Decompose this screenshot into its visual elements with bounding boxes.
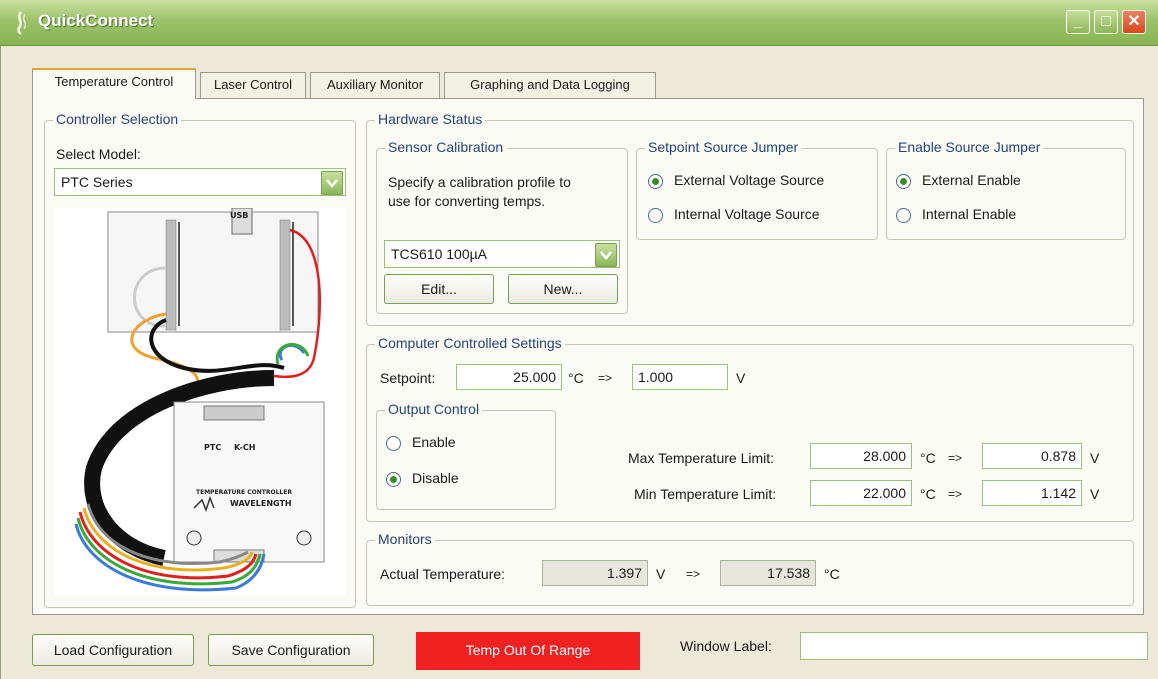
setpoint-external-radio[interactable]: [648, 174, 663, 189]
tab-temperature-control[interactable]: Temperature Control: [32, 68, 196, 99]
enable-internal-radio[interactable]: [896, 208, 911, 223]
setpoint-source-jumper-group: Setpoint Source Jumper: [636, 139, 878, 240]
new-button[interactable]: New...: [508, 274, 618, 304]
chevron-down-icon[interactable]: [595, 243, 617, 267]
calibration-profile-select[interactable]: TCS610 100µA: [384, 240, 620, 268]
ptc-label: PTC: [204, 443, 221, 452]
save-configuration-button[interactable]: Save Configuration: [208, 634, 374, 666]
tab-laser-control[interactable]: Laser Control: [200, 72, 306, 98]
calibration-profile-value: TCS610 100µA: [391, 246, 488, 262]
setpoint-input[interactable]: 25.000: [456, 364, 562, 390]
maximize-button[interactable]: □: [1094, 10, 1118, 34]
output-enable-label[interactable]: Enable: [412, 434, 456, 450]
min-temp-voltage-unit: V: [1090, 486, 1100, 502]
output-disable-radio[interactable]: [386, 472, 401, 487]
hardware-status-title: Hardware Status: [375, 111, 486, 127]
enable-external-radio[interactable]: [896, 174, 911, 189]
output-disable-label[interactable]: Disable: [412, 470, 459, 486]
tab-auxiliary-monitor[interactable]: Auxiliary Monitor: [310, 72, 440, 98]
app-icon: [10, 10, 32, 36]
actual-temp-readout: 17.538: [720, 560, 816, 586]
setpoint-arrow: =>: [598, 371, 613, 385]
setpoint-label: Setpoint:: [380, 370, 436, 386]
setpoint-voltage-input[interactable]: 1.000: [632, 364, 728, 390]
window-label-input[interactable]: [800, 632, 1148, 660]
window-title: QuickConnect: [38, 11, 154, 30]
max-temp-label: Max Temperature Limit:: [628, 450, 775, 466]
enable-external-label[interactable]: External Enable: [922, 172, 1021, 188]
tab-graphing-data-logging[interactable]: Graphing and Data Logging: [444, 72, 656, 98]
status-indicator: Temp Out Of Range: [416, 632, 640, 670]
model-select[interactable]: PTC Series: [54, 168, 346, 196]
monitor-arrow: =>: [686, 567, 701, 581]
minimize-icon: _: [1073, 13, 1083, 30]
actual-temp-unit: °C: [824, 566, 840, 582]
max-temp-voltage-unit: V: [1090, 450, 1100, 466]
close-button[interactable]: ✕: [1122, 10, 1146, 34]
setpoint-source-jumper-title: Setpoint Source Jumper: [645, 139, 802, 155]
chevron-down-icon[interactable]: [321, 171, 343, 195]
enable-source-jumper-group: Enable Source Jumper: [886, 139, 1126, 240]
max-temp-voltage-input[interactable]: 0.878: [982, 443, 1082, 469]
setpoint-voltage-unit: V: [736, 370, 746, 386]
calibration-description-2: use for converting temps.: [388, 193, 546, 209]
max-temp-arrow: =>: [948, 451, 963, 465]
enable-internal-label[interactable]: Internal Enable: [922, 206, 1016, 222]
calibration-description-1: Specify a calibration profile to: [388, 174, 571, 190]
computer-controlled-settings-title: Computer Controlled Settings: [375, 335, 565, 351]
model-select-value: PTC Series: [61, 174, 133, 190]
setpoint-internal-label[interactable]: Internal Voltage Source: [674, 206, 820, 222]
minimize-button[interactable]: _: [1066, 10, 1090, 34]
brand-line1: TEMPERATURE CONTROLLER: [196, 489, 292, 496]
kch-label: K-CH: [234, 443, 255, 452]
max-temp-input[interactable]: 28.000: [810, 443, 912, 469]
close-icon: ✕: [1127, 13, 1141, 30]
sensor-calibration-title: Sensor Calibration: [385, 139, 507, 155]
actual-voltage-unit: V: [656, 566, 666, 582]
setpoint-external-label[interactable]: External Voltage Source: [674, 172, 824, 188]
output-control-title: Output Control: [385, 401, 483, 417]
setpoint-internal-radio[interactable]: [648, 208, 663, 223]
actual-temp-label: Actual Temperature:: [380, 566, 506, 582]
max-temp-unit: °C: [920, 450, 936, 466]
maximize-icon: □: [1101, 13, 1111, 30]
min-temp-input[interactable]: 22.000: [810, 480, 912, 506]
min-temp-unit: °C: [920, 486, 936, 502]
brand-line2: WAVELENGTH: [230, 499, 292, 508]
title-bar[interactable]: QuickConnect _ □ ✕: [0, 0, 1158, 46]
actual-voltage-readout: 1.397: [542, 560, 648, 586]
edit-button[interactable]: Edit...: [384, 274, 494, 304]
min-temp-voltage-input[interactable]: 1.142: [982, 480, 1082, 506]
window-label-label: Window Label:: [680, 638, 772, 654]
monitors-title: Monitors: [375, 531, 435, 547]
min-temp-arrow: =>: [948, 487, 963, 501]
controller-selection-title: Controller Selection: [53, 111, 182, 127]
usb-label: USB: [230, 211, 248, 220]
setpoint-unit: °C: [568, 370, 584, 386]
controller-wiring-image: USB PTC K-CH TEMPERATURE CONTROLLER WAVE…: [54, 207, 346, 596]
output-control-group: Output Control: [376, 401, 556, 510]
select-model-label: Select Model:: [56, 146, 141, 162]
load-configuration-button[interactable]: Load Configuration: [32, 634, 194, 666]
min-temp-label: Min Temperature Limit:: [634, 486, 777, 502]
output-enable-radio[interactable]: [386, 436, 401, 451]
enable-source-jumper-title: Enable Source Jumper: [895, 139, 1044, 155]
